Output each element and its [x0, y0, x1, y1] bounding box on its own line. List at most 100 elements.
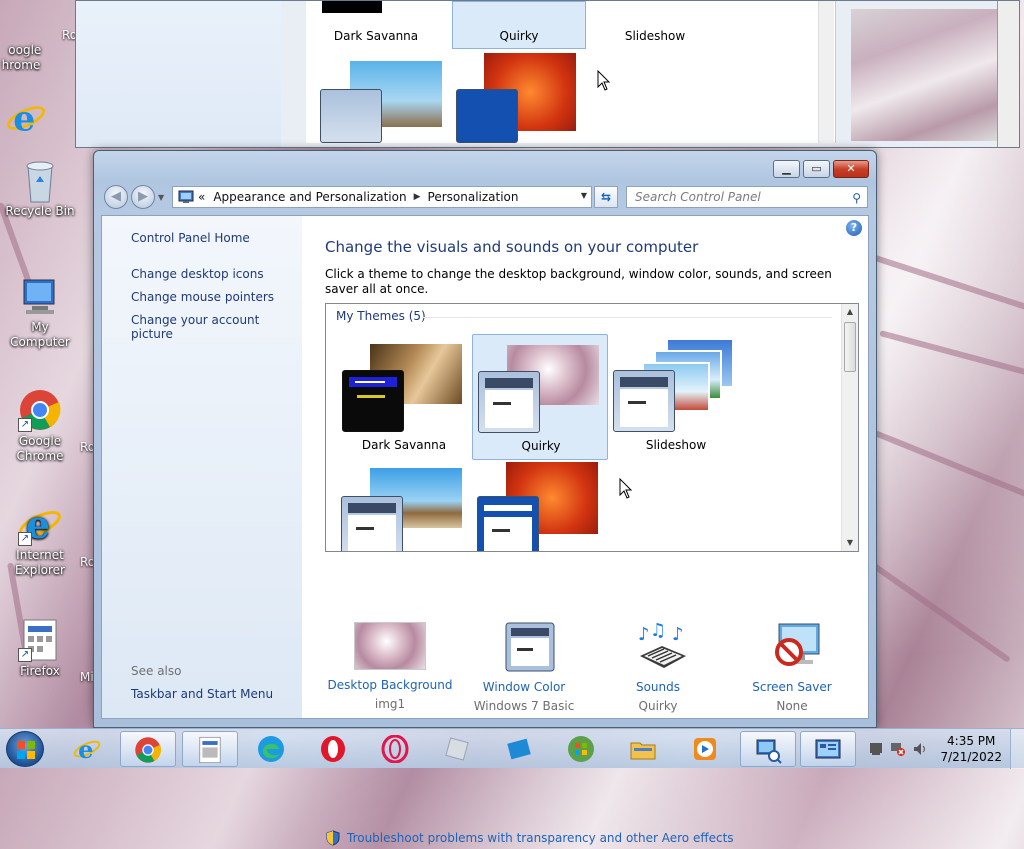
back-button[interactable]: ◀ — [104, 185, 128, 209]
theme-list-scrollbar[interactable]: ▲ ▼ — [841, 304, 858, 551]
network-computer-icon — [754, 736, 782, 764]
desktop-icon-internet-explorer[interactable]: e ↗ Internet Explorer — [0, 502, 80, 578]
desktop-icon-my-computer[interactable]: My Computer — [0, 274, 80, 350]
theme-tile[interactable] — [336, 462, 472, 551]
scroll-down-icon[interactable]: ▼ — [842, 535, 858, 551]
maximize-icon: ▭ — [811, 162, 822, 175]
taskbar-edge[interactable] — [244, 731, 300, 767]
breadcrumb-separator-icon[interactable]: ▶ — [414, 192, 421, 202]
minimize-button[interactable]: ▁ — [773, 160, 800, 178]
generic-application-icon — [196, 736, 224, 764]
taskbar-opera-gx[interactable] — [368, 731, 424, 767]
theme-tile[interactable] — [472, 462, 608, 551]
theme-list[interactable]: My Themes (5) Dark Savanna Quirky Slides… — [325, 303, 859, 552]
background-window-photo — [851, 9, 999, 141]
desktop-icon-label: Google Chrome — [16, 434, 64, 463]
refresh-button[interactable]: ⇆ — [594, 186, 618, 208]
taskbar-opera[interactable] — [306, 731, 362, 767]
shortcut-arrow-icon: ↗ — [18, 532, 32, 546]
svg-text:♫: ♫ — [650, 622, 666, 641]
taskbar-windows-update[interactable] — [554, 731, 610, 767]
breadcrumb-personalization[interactable]: Personalization — [428, 190, 519, 204]
taskbar-internet-explorer[interactable]: e — [60, 731, 116, 767]
address-dropdown-icon[interactable]: ▼ — [581, 191, 587, 200]
chrome-icon — [134, 736, 162, 764]
address-root-chevron[interactable]: « — [198, 190, 205, 204]
change-account-picture-link[interactable]: Change your account picture — [131, 313, 302, 341]
window-color-setting[interactable]: Window Color Windows 7 Basic — [449, 622, 599, 713]
start-button[interactable] — [6, 731, 44, 767]
control-panel-home-link[interactable]: Control Panel Home — [131, 231, 250, 245]
setting-label[interactable]: Sounds — [583, 680, 733, 694]
forward-button[interactable]: ▶ — [131, 185, 155, 209]
change-mouse-pointers-link[interactable]: Change mouse pointers — [131, 290, 274, 304]
network-error-icon[interactable] — [890, 741, 906, 760]
taskbar-chrome[interactable] — [120, 731, 176, 767]
theme-tile-slideshow[interactable]: Slideshow — [608, 334, 744, 460]
background-personalization-window[interactable]: Dark Savanna Quirky Slideshow — [75, 0, 1020, 148]
svg-text:e: e — [13, 100, 35, 140]
taskbar-file-explorer[interactable] — [616, 731, 672, 767]
show-desktop-button[interactable] — [1010, 729, 1024, 769]
media-player-icon — [691, 735, 719, 763]
theme-tile-quirky[interactable]: Quirky — [472, 334, 608, 460]
recent-pages-dropdown-icon[interactable]: ▼ — [158, 193, 164, 202]
control-panel-icon — [814, 736, 842, 764]
desktop-icon-google-chrome[interactable]: ↗ Google Chrome — [0, 388, 80, 464]
internet-explorer-icon: e — [73, 735, 101, 764]
setting-label[interactable]: Window Color — [449, 680, 599, 694]
internet-explorer-icon: e — [6, 96, 46, 140]
desktop-icon-firefox[interactable]: ↗ Firefox — [0, 618, 80, 679]
help-icon[interactable]: ? — [846, 220, 862, 236]
close-button[interactable]: ✕ — [833, 160, 869, 178]
windows-logo-icon — [17, 741, 35, 759]
volume-icon[interactable] — [912, 741, 928, 760]
setting-label[interactable]: Screen Saver — [717, 680, 867, 694]
taskbar: e 4:35 PM 7/21/2022 — [0, 728, 1024, 769]
taskbar-application[interactable] — [182, 731, 238, 767]
taskbar-roblox-studio[interactable] — [492, 731, 548, 767]
personalization-window[interactable]: ▁ ▭ ✕ ◀ ▶ ▼ « Appearance and Personaliza… — [93, 150, 877, 846]
window-color-preview — [478, 371, 540, 433]
task-pane: Control Panel Home Change desktop icons … — [102, 216, 302, 718]
background-window-theme-list: Dark Savanna Quirky Slideshow — [306, 1, 836, 143]
wallpaper-stripe — [879, 330, 1024, 380]
forward-arrow-icon: ▶ — [138, 189, 148, 204]
search-icon[interactable]: ⚲ — [852, 188, 861, 208]
sounds-setting[interactable]: ♪ ♫ ♪ Sounds Quirky — [583, 620, 733, 713]
wallpaper-stripe — [859, 250, 1024, 312]
theme-name: Dark Savanna — [333, 29, 419, 43]
taskbar-remote-desktop[interactable] — [740, 731, 796, 767]
search-input[interactable]: Search Control Panel ⚲ — [626, 186, 868, 208]
setting-label[interactable]: Desktop Background — [315, 678, 465, 692]
see-also-heading: See also — [131, 664, 182, 678]
taskbar-and-start-menu-link[interactable]: Taskbar and Start Menu — [131, 687, 273, 701]
breadcrumb-appearance-and-personalization[interactable]: Appearance and Personalization — [213, 190, 406, 204]
change-desktop-icons-link[interactable]: Change desktop icons — [131, 267, 264, 281]
taskbar-control-panel[interactable] — [800, 731, 856, 767]
maximize-button[interactable]: ▭ — [803, 160, 830, 178]
scroll-up-icon[interactable]: ▲ — [842, 304, 858, 320]
scroll-thumb[interactable] — [844, 322, 856, 372]
desktop-icon-recycle-bin[interactable]: Recycle Bin — [0, 158, 80, 219]
desktop-background-setting[interactable]: Desktop Background img1 — [315, 622, 465, 711]
background-window-left-pane — [76, 1, 281, 147]
desktop-icon-partial-label: Mi — [80, 670, 94, 684]
action-center-icon[interactable] — [868, 741, 884, 760]
taskbar-roblox[interactable] — [430, 731, 486, 767]
roblox-icon — [443, 735, 471, 763]
address-bar[interactable]: « Appearance and Personalization ▶ Perso… — [172, 186, 592, 208]
theme-tile-dark-savanna[interactable]: Dark Savanna — [336, 334, 472, 460]
background-window-edge — [997, 1, 1019, 147]
screen-saver-icon — [756, 622, 828, 672]
background-window-scrollbar[interactable] — [818, 1, 834, 143]
taskbar-media-player[interactable] — [678, 731, 734, 767]
desktop-icon-partial-chrome[interactable]: oogle hrome — [0, 28, 56, 73]
screen-saver-setting[interactable]: Screen Saver None — [717, 622, 867, 713]
clock-time: 4:35 PM — [947, 734, 996, 748]
svg-text:♪: ♪ — [672, 624, 684, 645]
clock[interactable]: 4:35 PM 7/21/2022 — [940, 733, 1002, 765]
troubleshoot-link-text[interactable]: Troubleshoot problems with transparency … — [347, 831, 734, 845]
theme-preview — [456, 89, 518, 143]
troubleshoot-row[interactable]: Troubleshoot problems with transparency … — [325, 830, 734, 846]
